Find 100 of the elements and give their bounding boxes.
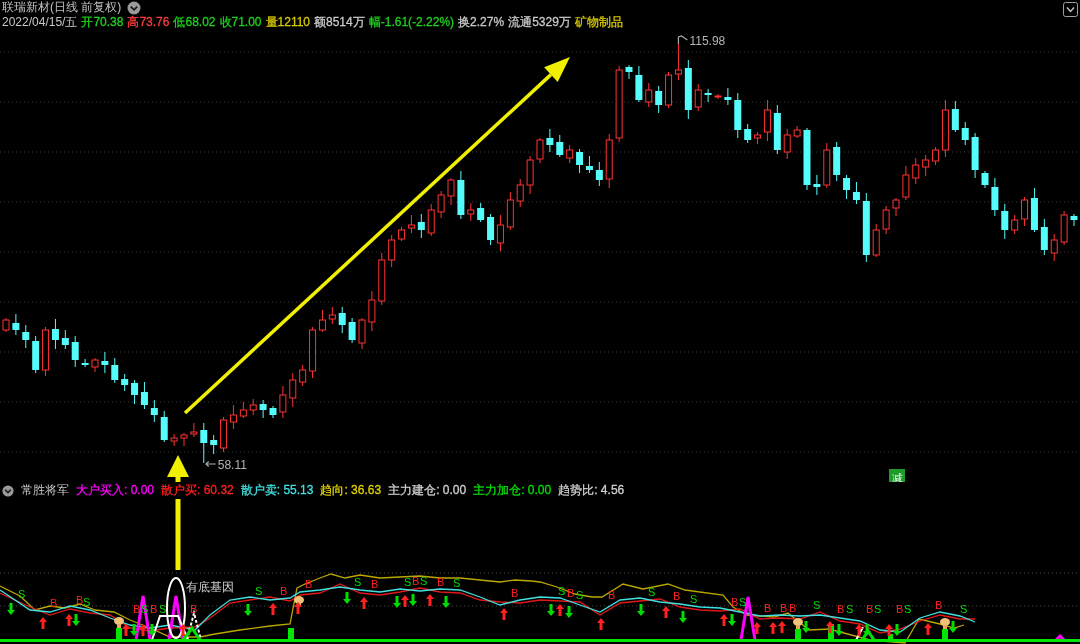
big-buyer-spike [134,594,152,641]
buy-signal: B [150,603,158,615]
down-arrow-icon [637,604,645,616]
buy-signal: B [133,603,141,615]
quote-date: 2022/04/15/五 [2,14,78,31]
sell-signal: S [255,585,263,597]
down-arrow-icon [244,604,252,616]
leader-line [677,35,689,45]
up-arrow-icon [139,624,147,636]
main-add-bar [288,628,294,639]
up-arrow-icon [826,621,834,633]
indicator-value: 散户卖: 55.13 [240,482,314,499]
buy-signal: B [190,603,198,615]
quote-stat: 低68.02 [173,14,216,31]
sell-signal: S [690,593,698,605]
main-add-spike [181,625,202,641]
up-arrow-icon [556,604,564,616]
sell-signal: S [846,603,854,615]
sell-signal: S [739,596,747,608]
marker-icon [940,618,950,629]
stock-title: 联瑞新材(日线 前复权) [2,0,122,16]
buy-signal: B [371,578,379,590]
down-arrow-icon [148,624,156,636]
high-price-label: 115.98 [689,34,726,48]
sell-signal: S [354,576,362,588]
up-arrow-icon [662,606,670,618]
buy-signal: B [280,585,288,597]
dropdown-icon[interactable] [127,0,142,15]
buy-signal: B [412,575,420,587]
up-arrow-icon [269,603,277,615]
quote-stat: 额8514万 [314,14,365,31]
down-arrow-icon [442,596,450,608]
sell-signal: S [813,599,821,611]
quote-stat: 幅-1.61(-2.22%) [368,14,455,31]
buy-signal: B [511,587,519,599]
down-arrow-icon [728,614,736,626]
down-arrow-icon [393,596,401,608]
down-arrow-icon [835,624,843,636]
quote-stat: 流通5329万 [508,14,571,31]
big-buyer-spike [167,594,185,641]
buy-signal: B [837,603,845,615]
buy-signal: B [608,589,616,601]
down-arrow-icon [949,621,957,633]
buy-signal: B [896,603,904,615]
buy-signal: B [731,596,739,608]
sell-signal: S [558,585,566,597]
sell-signal: S [874,603,882,615]
annotation-label: 有底基因 [186,580,234,594]
buy-signal: B [50,597,58,609]
big-buyer-spike [739,595,757,641]
down-arrow-icon [547,604,555,616]
leader-arrow [205,460,217,468]
up-arrow-icon [401,595,409,607]
buy-signal: B [780,602,788,614]
sell-signal: S [960,603,968,615]
sell-signal: S [83,596,91,608]
up-arrow-icon [360,597,368,609]
up-arrow-icon [179,624,187,636]
quote-stat: 矿物制品 [574,14,623,31]
down-arrow-icon [679,611,687,623]
down-arrow-icon [130,624,138,636]
buy-signal: B [789,602,797,614]
indicator-value: 散户买: 60.32 [161,482,234,499]
buy-signal: B [76,594,84,606]
up-arrow-icon [122,624,130,636]
sell-signal: S [18,588,26,600]
up-arrow-icon [753,622,761,634]
up-arrow-icon [65,614,73,626]
sell-signal: S [648,586,656,598]
sell-signal: S [404,576,412,588]
up-arrow-icon [597,618,605,630]
quote-stat: 收71.00 [219,14,262,31]
indicator-name: 常胜将军 [21,482,69,499]
down-arrow-icon [565,606,573,618]
up-arrow-icon [924,623,932,635]
main-add-bar [795,629,801,639]
marker-icon [793,618,803,629]
chevron-down-icon[interactable] [1063,1,1078,17]
up-arrow-icon [426,594,434,606]
low-price-label: 58.11 [217,458,247,472]
up-arrow-icon [39,617,47,629]
quote-stat: 高73.76 [127,14,170,31]
up-arrow-icon [720,614,728,626]
indicator-value: 大户买入: 0.00 [76,482,155,499]
indicator-value: 主力建仓: 0.00 [388,482,467,499]
down-arrow-icon [343,592,351,604]
buy-signal: B [866,603,874,615]
up-arrow-icon [294,602,302,614]
down-arrow-icon [409,594,417,606]
dropdown-icon[interactable] [2,484,14,497]
down-arrow-icon [863,624,871,636]
quote-stat: 换2.27% [458,14,505,31]
down-arrow-icon [7,603,15,615]
buy-signal: B [935,599,943,611]
sell-signal: S [159,603,167,615]
up-arrow-icon [500,608,508,620]
highlight-oval [166,577,186,639]
quote-stat: 量12110 [265,14,310,31]
indicator-value: 趋向: 36.63 [320,482,382,499]
sell-signal: S [420,575,428,587]
